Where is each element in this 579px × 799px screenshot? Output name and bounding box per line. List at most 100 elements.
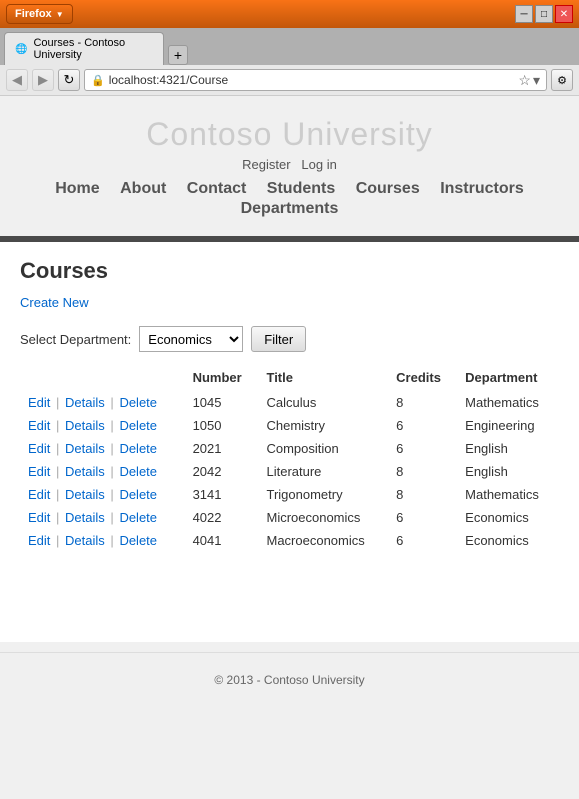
- navigation-bar: ◀ ▶ ↻ 🔒 localhost:4321/Course ☆ ▾ ⚙: [0, 65, 579, 96]
- edit-link[interactable]: Edit: [28, 418, 50, 433]
- footer-text: © 2013 - Contoso University: [214, 673, 364, 687]
- primary-nav: Home About Contact Students Courses Inst…: [0, 180, 579, 198]
- address-bar[interactable]: 🔒 localhost:4321/Course ☆ ▾: [84, 69, 547, 91]
- page-title: Courses: [20, 258, 559, 284]
- active-tab[interactable]: 🌐 Courses - Contoso University: [4, 32, 164, 65]
- window-controls: ─ □ ✕: [515, 5, 573, 23]
- course-credits: 6: [388, 506, 457, 529]
- edit-link[interactable]: Edit: [28, 395, 50, 410]
- address-actions: ☆ ▾: [518, 72, 540, 89]
- site-auth: Register Log in: [0, 157, 579, 172]
- create-new-link[interactable]: Create New: [20, 295, 89, 310]
- course-title: Trigonometry: [258, 483, 388, 506]
- course-credits: 8: [388, 391, 457, 414]
- nav-departments[interactable]: Departments: [241, 200, 339, 217]
- details-link[interactable]: Details: [65, 464, 105, 479]
- new-tab-icon: +: [174, 47, 182, 63]
- nav-instructors[interactable]: Instructors: [440, 180, 524, 197]
- refresh-button[interactable]: ↻: [58, 69, 80, 91]
- department-select[interactable]: Economics Mathematics Engineering Englis…: [139, 326, 243, 352]
- details-link[interactable]: Details: [65, 441, 105, 456]
- course-department: Economics: [457, 529, 559, 552]
- delete-link[interactable]: Delete: [119, 395, 157, 410]
- site-header: Contoso University Register Log in Home …: [0, 96, 579, 228]
- nav-contact[interactable]: Contact: [187, 180, 247, 197]
- delete-link[interactable]: Delete: [119, 533, 157, 548]
- firefox-label: Firefox: [15, 8, 52, 20]
- course-number: 3141: [185, 483, 259, 506]
- nav-home[interactable]: Home: [55, 180, 99, 197]
- details-link[interactable]: Details: [65, 487, 105, 502]
- nav-courses[interactable]: Courses: [356, 180, 420, 197]
- details-link[interactable]: Details: [65, 418, 105, 433]
- row-actions: Edit | Details | Delete: [20, 506, 185, 529]
- details-link[interactable]: Details: [65, 395, 105, 410]
- details-link[interactable]: Details: [65, 510, 105, 525]
- table-row: Edit | Details | Delete 4022 Microeconom…: [20, 506, 559, 529]
- header-number: Number: [185, 366, 259, 391]
- title-bar: Firefox ▼ ─ □ ✕: [0, 0, 579, 28]
- delete-link[interactable]: Delete: [119, 510, 157, 525]
- edit-link[interactable]: Edit: [28, 487, 50, 502]
- course-number: 1050: [185, 414, 259, 437]
- nav-about[interactable]: About: [120, 180, 166, 197]
- close-button[interactable]: ✕: [555, 5, 573, 23]
- sep1: |: [56, 533, 59, 548]
- address-dropdown-icon[interactable]: ▾: [533, 72, 540, 89]
- lock-icon: 🔒: [91, 74, 105, 87]
- details-link[interactable]: Details: [65, 533, 105, 548]
- row-actions: Edit | Details | Delete: [20, 460, 185, 483]
- course-title: Chemistry: [258, 414, 388, 437]
- course-credits: 8: [388, 460, 457, 483]
- nav-students[interactable]: Students: [267, 180, 335, 197]
- table-row: Edit | Details | Delete 2021 Composition…: [20, 437, 559, 460]
- edit-link[interactable]: Edit: [28, 464, 50, 479]
- minimize-button[interactable]: ─: [515, 5, 533, 23]
- course-title: Literature: [258, 460, 388, 483]
- delete-link[interactable]: Delete: [119, 418, 157, 433]
- course-department: Engineering: [457, 414, 559, 437]
- table-row: Edit | Details | Delete 1050 Chemistry 6…: [20, 414, 559, 437]
- edit-link[interactable]: Edit: [28, 510, 50, 525]
- table-row: Edit | Details | Delete 2042 Literature …: [20, 460, 559, 483]
- filter-button[interactable]: Filter: [251, 326, 306, 352]
- header-department: Department: [457, 366, 559, 391]
- delete-link[interactable]: Delete: [119, 487, 157, 502]
- sep1: |: [56, 441, 59, 456]
- edit-link[interactable]: Edit: [28, 533, 50, 548]
- course-number: 2021: [185, 437, 259, 460]
- sep2: |: [110, 395, 113, 410]
- delete-link[interactable]: Delete: [119, 464, 157, 479]
- row-actions: Edit | Details | Delete: [20, 391, 185, 414]
- course-title: Macroeconomics: [258, 529, 388, 552]
- page-content: Contoso University Register Log in Home …: [0, 96, 579, 799]
- firefox-button[interactable]: Firefox ▼: [6, 4, 73, 24]
- delete-link[interactable]: Delete: [119, 441, 157, 456]
- browser-chrome: Firefox ▼ ─ □ ✕ 🌐 Courses - Contoso Univ…: [0, 0, 579, 96]
- forward-button[interactable]: ▶: [32, 69, 54, 91]
- sep2: |: [110, 418, 113, 433]
- bookmark-star-icon[interactable]: ☆: [518, 72, 531, 89]
- toolbar-right: ⚙: [551, 69, 573, 91]
- row-actions: Edit | Details | Delete: [20, 483, 185, 506]
- course-number: 4041: [185, 529, 259, 552]
- login-link[interactable]: Log in: [301, 157, 336, 172]
- sep1: |: [56, 510, 59, 525]
- site-title: Contoso University: [0, 116, 579, 153]
- tools-button[interactable]: ⚙: [551, 69, 573, 91]
- course-number: 2042: [185, 460, 259, 483]
- back-button[interactable]: ◀: [6, 69, 28, 91]
- tab-bar: 🌐 Courses - Contoso University +: [0, 28, 579, 65]
- row-actions: Edit | Details | Delete: [20, 414, 185, 437]
- course-credits: 6: [388, 437, 457, 460]
- tab-favicon-icon: 🌐: [15, 44, 27, 55]
- maximize-button[interactable]: □: [535, 5, 553, 23]
- secondary-nav: Departments: [0, 200, 579, 218]
- new-tab-button[interactable]: +: [168, 45, 188, 65]
- register-link[interactable]: Register: [242, 157, 290, 172]
- header-title: Title: [258, 366, 388, 391]
- sep2: |: [110, 487, 113, 502]
- dropdown-arrow-icon: ▼: [56, 10, 64, 19]
- edit-link[interactable]: Edit: [28, 441, 50, 456]
- course-credits: 6: [388, 529, 457, 552]
